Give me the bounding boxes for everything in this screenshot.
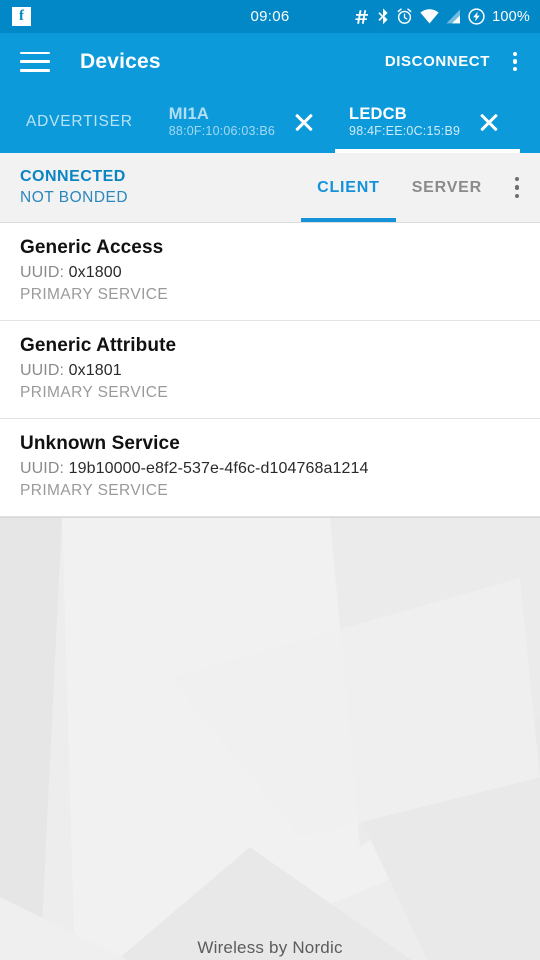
service-name: Generic Attribute xyxy=(20,335,177,356)
service-uuid-value: 19b10000-e8f2-537e-4f6c-d104768a1214 xyxy=(68,460,369,477)
status-bar-right: 100% xyxy=(354,8,530,25)
device-tab-mi1a-name: MI1A xyxy=(168,104,210,123)
footer-branding: Wireless by Nordic xyxy=(197,938,343,957)
service-uuid: UUID: 19b10000-e8f2-537e-4f6c-d104768a12… xyxy=(20,460,520,478)
active-tab-indicator xyxy=(301,218,396,222)
background-pattern xyxy=(0,518,540,960)
battery-charging-icon xyxy=(468,8,485,25)
device-tab-ledcb-text: LEDCB 98:4F:EE:0C:15:B9 xyxy=(349,104,460,139)
tab-advertiser-label: ADVERTISER xyxy=(26,112,133,130)
service-uuid: UUID: 0x1801 xyxy=(20,362,520,380)
device-tab-mi1a[interactable]: MI1A 88:0F:10:06:03:B6 xyxy=(155,90,335,153)
facebook-icon: f xyxy=(12,7,31,26)
connection-bar: CONNECTED NOT BONDED CLIENT SERVER xyxy=(0,153,540,223)
tab-server[interactable]: SERVER xyxy=(396,153,498,222)
device-tab-bar: ADVERTISER MI1A 88:0F:10:06:03:B6 LEDCB … xyxy=(0,90,540,153)
connection-status: CONNECTED NOT BONDED xyxy=(20,167,128,207)
service-uuid-value: 0x1801 xyxy=(68,362,122,379)
device-tab-ledcb-name: LEDCB xyxy=(349,104,407,123)
service-uuid: UUID: 0x1800 xyxy=(20,264,520,282)
disconnect-button[interactable]: DISCONNECT xyxy=(385,53,490,70)
cellular-signal-icon xyxy=(446,9,461,24)
page-title: Devices xyxy=(80,49,161,73)
service-type: PRIMARY SERVICE xyxy=(20,286,169,303)
status-bar: f 09:06 100% xyxy=(0,0,540,33)
tab-advertiser[interactable]: ADVERTISER xyxy=(0,90,155,153)
status-bar-clock: 09:06 xyxy=(250,8,290,25)
device-tab-mi1a-address: 88:0F:10:06:03:B6 xyxy=(168,123,276,138)
service-uuid-label: UUID: xyxy=(20,362,65,379)
bluetooth-icon xyxy=(377,8,389,25)
close-icon[interactable] xyxy=(287,105,321,139)
battery-percent-label: 100% xyxy=(492,8,530,25)
hash-icon xyxy=(354,9,370,25)
more-vertical-icon[interactable] xyxy=(502,153,532,223)
facebook-icon-glyph: f xyxy=(19,8,24,24)
service-type: PRIMARY SERVICE xyxy=(20,384,169,401)
tab-server-label: SERVER xyxy=(411,178,482,196)
hamburger-menu-icon[interactable] xyxy=(20,51,50,72)
service-type: PRIMARY SERVICE xyxy=(20,482,169,499)
close-icon[interactable] xyxy=(472,105,506,139)
device-tab-ledcb-address: 98:4F:EE:0C:15:B9 xyxy=(349,123,461,138)
tab-client-label: CLIENT xyxy=(317,178,380,196)
status-badge-connected: CONNECTED xyxy=(20,168,126,186)
tab-client[interactable]: CLIENT xyxy=(301,153,396,222)
service-name: Generic Access xyxy=(20,237,164,258)
service-uuid-label: UUID: xyxy=(20,460,65,477)
service-uuid-value: 0x1800 xyxy=(68,264,122,281)
list-item[interactable]: Generic Access UUID: 0x1800 PRIMARY SERV… xyxy=(0,223,540,321)
service-list: Generic Access UUID: 0x1800 PRIMARY SERV… xyxy=(0,223,540,517)
device-tab-ledcb[interactable]: LEDCB 98:4F:EE:0C:15:B9 xyxy=(335,90,521,153)
status-bar-left: f xyxy=(12,7,31,26)
background-canvas: Wireless by Nordic xyxy=(0,517,540,960)
service-name: Unknown Service xyxy=(20,433,180,454)
list-item[interactable]: Unknown Service UUID: 19b10000-e8f2-537e… xyxy=(0,419,540,517)
service-uuid-label: UUID: xyxy=(20,264,65,281)
status-badge-bonded: NOT BONDED xyxy=(20,188,129,206)
alarm-icon xyxy=(396,8,413,25)
wifi-icon xyxy=(420,9,439,24)
client-server-tabs: CLIENT SERVER xyxy=(301,153,498,222)
device-tab-mi1a-text: MI1A 88:0F:10:06:03:B6 xyxy=(169,104,275,139)
list-item[interactable]: Generic Attribute UUID: 0x1801 PRIMARY S… xyxy=(0,321,540,419)
app-bar: Devices DISCONNECT xyxy=(0,33,540,90)
more-vertical-icon[interactable] xyxy=(502,47,528,77)
